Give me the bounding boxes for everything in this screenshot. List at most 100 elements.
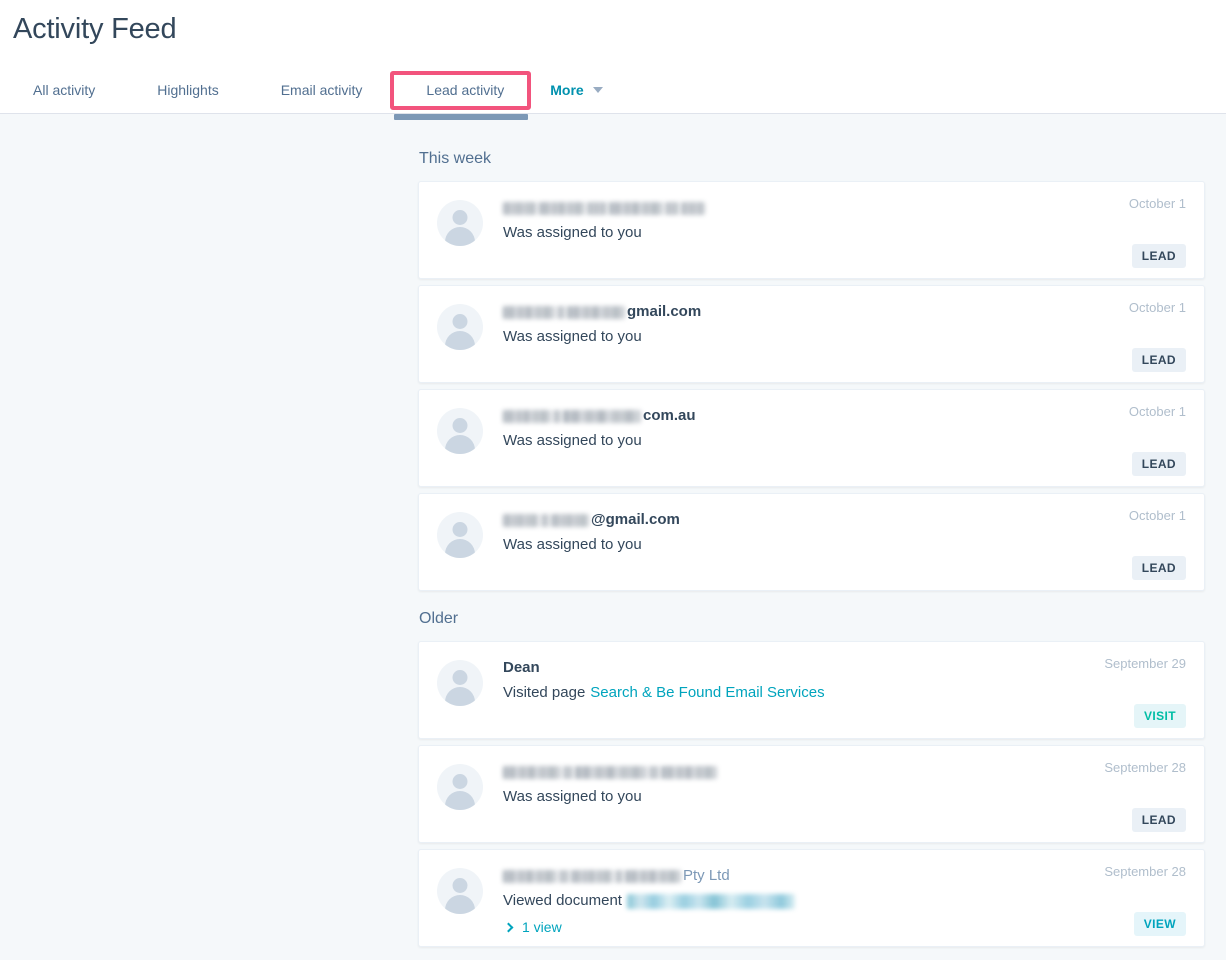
tab-all-activity[interactable]: All activity	[23, 76, 105, 104]
avatar-head-icon	[452, 418, 468, 433]
avatar	[437, 660, 483, 706]
avatar-body-icon	[445, 791, 475, 810]
redacted-text	[559, 869, 569, 883]
activity-description: Was assigned to you	[503, 534, 1186, 555]
activity-description: Viewed document	[503, 890, 1186, 911]
activity-description: Was assigned to you	[503, 222, 1186, 243]
redacted-text	[503, 765, 561, 779]
avatar	[437, 200, 483, 246]
activity-card-meta: October 1 LEAD	[1129, 300, 1186, 372]
redacted-text	[649, 765, 659, 779]
activity-card[interactable]: @gmail.com Was assigned to you October 1 LE…	[418, 493, 1205, 591]
tab-lead-activity[interactable]: Lead activity	[414, 76, 516, 104]
page-title: Activity Feed	[13, 13, 177, 45]
avatar-head-icon	[452, 314, 468, 329]
contact-name-suffix: com.au	[643, 407, 696, 424]
avatar-body-icon	[445, 539, 475, 558]
activity-card-body: gmail.com Was assigned to you	[483, 302, 1186, 372]
feed-group-title: This week	[419, 150, 492, 167]
activity-date: October 1	[1128, 196, 1186, 211]
redacted-text	[503, 869, 557, 883]
activity-card-meta: September 28 VIEW	[1104, 864, 1186, 936]
status-badge: LEAD	[1131, 348, 1186, 372]
activity-card-meta: September 28 LEAD	[1104, 760, 1186, 832]
views-expander[interactable]: 1 view	[503, 919, 1186, 935]
activity-card[interactable]: gmail.com Was assigned to you October 1 LEA…	[418, 285, 1205, 383]
status-badge: LEAD	[1131, 452, 1186, 476]
feed-group-title: Older	[419, 610, 459, 627]
contact-name[interactable]: gmail.com	[503, 302, 1186, 322]
redacted-text	[575, 765, 647, 779]
contact-name[interactable]: com.au	[503, 406, 1186, 426]
activity-card[interactable]: Dean Visited page Search & Be Found Email …	[418, 641, 1205, 739]
contact-name-text: Dean	[503, 659, 540, 676]
tab-email-activity[interactable]: Email activity	[271, 76, 373, 104]
activity-description: Was assigned to you	[503, 786, 1186, 807]
activity-card[interactable]: Pty Ltd Viewed document 1 view September 28…	[418, 849, 1205, 947]
avatar	[437, 408, 483, 454]
avatar	[437, 868, 483, 914]
activity-card-meta: October 1 LEAD	[1129, 196, 1186, 268]
activity-action-text: Was assigned to you	[503, 432, 642, 449]
activity-date: October 1	[1128, 508, 1186, 523]
redacted-text	[661, 765, 717, 779]
activity-date: October 1	[1128, 404, 1186, 419]
status-badge: LEAD	[1131, 556, 1186, 580]
redacted-text	[615, 869, 623, 883]
tab-bar: All activity Highlights Email activity L…	[0, 68, 1226, 112]
activity-card-body: Pty Ltd Viewed document 1 view	[483, 866, 1186, 936]
avatar	[437, 304, 483, 350]
status-badge: VISIT	[1133, 704, 1186, 728]
activity-date: September 28	[1104, 760, 1186, 775]
activity-action-text: Was assigned to you	[503, 224, 642, 241]
avatar	[437, 764, 483, 810]
avatar-head-icon	[452, 670, 468, 685]
avatar-head-icon	[452, 878, 468, 893]
redacted-text	[567, 305, 625, 319]
activity-link[interactable]	[626, 890, 797, 911]
redacted-text	[557, 305, 565, 319]
redacted-text	[551, 513, 589, 527]
activity-date: October 1	[1128, 300, 1186, 315]
activity-feed-scroll-area[interactable]: This week Was assigned to you October 1 LEA…	[0, 114, 1226, 960]
contact-name[interactable]	[503, 762, 1186, 782]
activity-action-text: Was assigned to you	[503, 536, 642, 553]
activity-card[interactable]: Was assigned to you September 28 LEAD	[418, 745, 1205, 843]
chevron-right-icon	[503, 922, 514, 932]
activity-card[interactable]: Was assigned to you October 1 LEAD	[418, 181, 1205, 279]
more-tabs-dropdown[interactable]: More	[546, 76, 606, 104]
page-header: Activity Feed All activity Highlights Em…	[0, 0, 1226, 120]
redacted-text	[626, 893, 795, 909]
contact-name[interactable]: Dean	[503, 658, 1186, 678]
contact-name[interactable]: @gmail.com	[503, 510, 1186, 530]
redacted-text	[541, 513, 549, 527]
redacted-text	[503, 513, 539, 527]
redacted-text	[553, 409, 561, 423]
redacted-text	[503, 201, 537, 215]
activity-card-body: @gmail.com Was assigned to you	[483, 510, 1186, 580]
activity-description: Visited page Search & Be Found Email Serv…	[503, 682, 1186, 703]
avatar-head-icon	[452, 522, 468, 537]
contact-name[interactable]: Pty Ltd	[503, 866, 1186, 886]
activity-description: Was assigned to you	[503, 430, 1186, 451]
activity-link[interactable]: Search & Be Found Email Services	[590, 682, 824, 703]
contact-name[interactable]	[503, 198, 1186, 218]
redacted-text	[563, 765, 573, 779]
avatar-body-icon	[445, 227, 475, 246]
activity-action-text: Was assigned to you	[503, 788, 642, 805]
contact-name-suffix: gmail.com	[627, 303, 702, 320]
activity-card-meta: September 29 VISIT	[1104, 656, 1186, 728]
avatar-body-icon	[445, 895, 475, 914]
redacted-text	[503, 305, 555, 319]
activity-action-text: Viewed document	[503, 892, 622, 909]
redacted-text	[563, 409, 641, 423]
activity-card[interactable]: com.au Was assigned to you October 1 LEAD	[418, 389, 1205, 487]
redacted-text	[625, 869, 681, 883]
contact-name-suffix: @gmail.com	[591, 511, 680, 528]
redacted-text	[571, 869, 613, 883]
tab-highlights[interactable]: Highlights	[147, 76, 228, 104]
avatar-body-icon	[445, 331, 475, 350]
activity-action-text: Visited page	[503, 684, 586, 701]
activity-card-body: com.au Was assigned to you	[483, 406, 1186, 476]
avatar-body-icon	[445, 687, 475, 706]
